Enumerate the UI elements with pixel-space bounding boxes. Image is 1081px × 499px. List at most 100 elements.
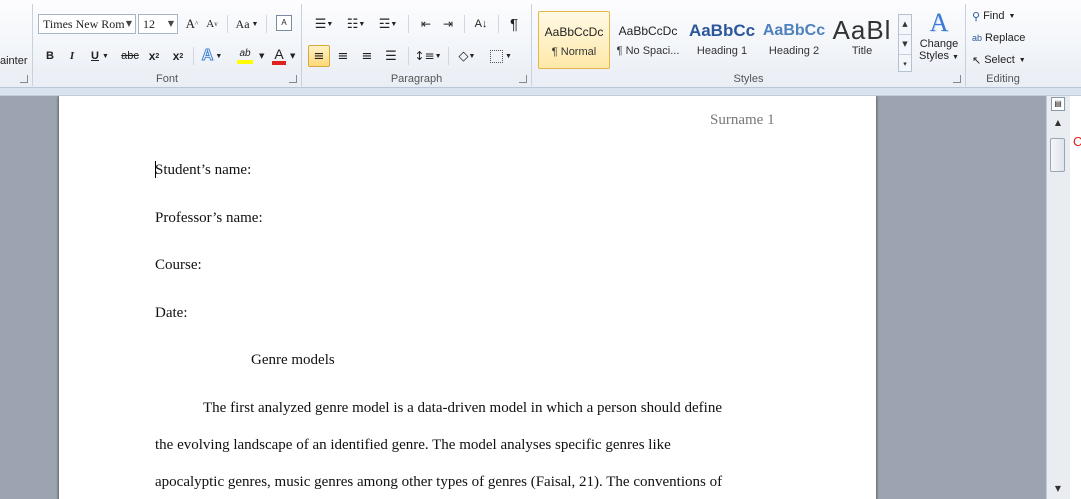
adjacent-window-edge: C xyxy=(1070,96,1081,499)
style-preview: AaBbCc xyxy=(762,22,826,39)
change-case-button[interactable]: Aa ▼ xyxy=(232,14,262,34)
grow-font-button[interactable]: A ^ xyxy=(183,14,201,34)
align-center-button[interactable]: ≡ xyxy=(332,45,354,67)
more-styles-icon[interactable]: ▾ xyxy=(899,55,911,74)
change-case-icon: Aa xyxy=(235,16,250,31)
increase-indent-button[interactable]: ⇥ xyxy=(438,14,458,34)
chevron-down-icon: ▼ xyxy=(358,20,366,28)
editing-group: ⚲ Find ▼ ab Replace ↖ Select ▼ Editing xyxy=(966,4,1040,86)
decrease-indent-button[interactable]: ⇤ xyxy=(416,14,436,34)
chevron-down-icon: ▼ xyxy=(434,52,442,60)
paragraph-group: ☰ ▼ ☷ ▼ ☲ ▼ ⇤ ⇥ A↓ ¶ ≡ ≡ ≡ ☰ ↕≡ ▼ ◇ ▼ ▼ … xyxy=(302,4,532,86)
borders-button[interactable]: ▼ xyxy=(486,45,516,67)
paragraph-group-label: Paragraph xyxy=(390,73,443,85)
styles-gallery-scroll[interactable]: ▲ ▼ ▾ xyxy=(898,14,912,72)
chevron-down-icon[interactable]: ▼ xyxy=(290,52,295,60)
style-no-spacing[interactable]: AaBbCcDc ¶ No Spaci... xyxy=(612,11,684,69)
sort-button[interactable]: A↓ xyxy=(470,14,492,34)
paragraph-dialog-launcher[interactable] xyxy=(519,75,527,83)
clipboard-dialog-launcher[interactable] xyxy=(20,75,28,83)
scroll-up-arrow-icon[interactable]: ▲ xyxy=(1050,116,1066,130)
line-spacing-button[interactable]: ↕≡ ▼ xyxy=(414,45,442,67)
style-heading-1[interactable]: AaBbCc Heading 1 xyxy=(686,11,758,69)
highlight-button[interactable]: ab xyxy=(231,45,259,67)
style-preview: AaBbCc xyxy=(688,21,756,40)
chevron-down-icon: ▼ xyxy=(952,54,959,61)
document-page[interactable]: Surname 1 Student’s name: Professor’s na… xyxy=(59,96,876,499)
bullets-button[interactable]: ☰ ▼ xyxy=(310,14,338,34)
multilevel-list-button[interactable]: ☲ ▼ xyxy=(374,14,402,34)
scroll-down-arrow-icon[interactable]: ▼ xyxy=(1050,482,1066,496)
doc-line-date: Date: xyxy=(155,305,188,321)
doc-line-professor: Professor’s name: xyxy=(155,210,263,226)
font-dialog-launcher[interactable] xyxy=(289,75,297,83)
clear-formatting-button[interactable]: A xyxy=(273,12,295,34)
chevron-down-icon[interactable]: ▼ xyxy=(259,52,264,60)
style-preview: AaBbCcDc xyxy=(544,25,604,39)
styles-group: AaBbCcDc ¶ Normal AaBbCcDc ¶ No Spaci...… xyxy=(532,4,966,86)
style-title[interactable]: AaBl Title xyxy=(826,11,898,69)
style-normal[interactable]: AaBbCcDc ¶ Normal xyxy=(538,11,610,69)
caret-down-icon: v xyxy=(214,20,218,28)
numbering-button[interactable]: ☷ ▼ xyxy=(342,14,370,34)
change-styles-icon: A xyxy=(929,8,949,37)
font-name-combo[interactable]: Times New Rom ▼ xyxy=(38,14,136,34)
style-name: ¶ No Spaci... xyxy=(616,45,680,57)
doc-line-student: Student’s name: xyxy=(155,162,252,178)
select-button[interactable]: ↖ Select ▼ xyxy=(972,51,1038,69)
style-name: Heading 2 xyxy=(768,45,820,57)
align-left-button[interactable]: ≡ xyxy=(308,45,330,67)
font-color-button[interactable]: A xyxy=(269,45,289,67)
doc-paragraph-line-3: apocalyptic genres, music genres among o… xyxy=(155,474,723,490)
style-name: Heading 1 xyxy=(696,45,748,57)
style-preview: AaBl xyxy=(832,15,892,45)
shading-button[interactable]: ◇ ▼ xyxy=(452,45,482,67)
ribbon: ainter Times New Rom ▼ 12 ▼ A ^ Av Aa ▼ A … xyxy=(0,0,1081,88)
format-painter-button[interactable]: ainter xyxy=(0,52,30,70)
doc-paragraph-line-1: The first analyzed genre model is a data… xyxy=(203,400,722,416)
superscript-icon: x xyxy=(172,49,180,63)
chevron-down-icon: ▼ xyxy=(167,19,174,28)
scroll-up-icon[interactable]: ▲ xyxy=(899,15,911,35)
chevron-down-icon: ▼ xyxy=(505,52,512,60)
select-label: Select xyxy=(984,54,1015,66)
strikethrough-button[interactable]: abc xyxy=(119,46,141,66)
text-effects-button[interactable]: A ▼ xyxy=(199,45,225,67)
italic-button[interactable]: I xyxy=(63,46,81,66)
document-area: Surname 1 Student’s name: Professor’s na… xyxy=(0,96,1046,499)
styles-group-label: Styles xyxy=(733,73,764,85)
scroll-thumb[interactable] xyxy=(1050,138,1065,172)
align-left-icon: ≡ xyxy=(313,48,325,64)
align-right-button[interactable]: ≡ xyxy=(356,45,378,67)
change-styles-button[interactable]: A Change Styles ▼ xyxy=(916,8,962,74)
style-preview: AaBbCcDc xyxy=(618,24,678,38)
chevron-down-icon: ▼ xyxy=(102,52,109,60)
superscript-button[interactable]: x2 xyxy=(169,46,187,66)
font-size-value: 12 xyxy=(143,17,155,31)
clipboard-group: ainter xyxy=(0,4,33,86)
style-name: Title xyxy=(851,45,873,57)
bold-button[interactable]: B xyxy=(41,46,59,66)
shrink-font-button[interactable]: Av xyxy=(203,14,221,34)
underline-button[interactable]: U ▼ xyxy=(87,46,113,66)
chevron-down-icon: ▼ xyxy=(390,20,398,28)
find-button[interactable]: ⚲ Find ▼ xyxy=(972,7,1036,25)
replace-button[interactable]: ab Replace xyxy=(972,29,1038,47)
doc-title: Genre models xyxy=(251,352,335,368)
ruler-toggle-icon[interactable]: ▤ xyxy=(1051,97,1065,111)
chevron-down-icon: ▼ xyxy=(125,19,132,28)
font-group: Times New Rom ▼ 12 ▼ A ^ Av Aa ▼ A B I U ▼ … xyxy=(33,4,302,86)
font-size-combo[interactable]: 12 ▼ xyxy=(138,14,178,34)
chevron-down-icon: ▼ xyxy=(326,20,334,28)
justify-button[interactable]: ☰ xyxy=(380,45,402,67)
vertical-scrollbar[interactable]: ▤ ▲ ▼ xyxy=(1046,96,1070,499)
subscript-button[interactable]: x2 xyxy=(145,46,163,66)
grow-font-icon: A xyxy=(185,16,196,31)
font-color-icon: A xyxy=(274,46,284,62)
style-heading-2[interactable]: AaBbCc Heading 2 xyxy=(758,11,830,69)
caret-up-icon: ^ xyxy=(195,20,199,28)
show-formatting-button[interactable]: ¶ xyxy=(504,14,524,34)
scroll-down-icon[interactable]: ▼ xyxy=(899,35,911,55)
styles-dialog-launcher[interactable] xyxy=(953,75,961,83)
binoculars-icon: ⚲ xyxy=(972,9,981,23)
